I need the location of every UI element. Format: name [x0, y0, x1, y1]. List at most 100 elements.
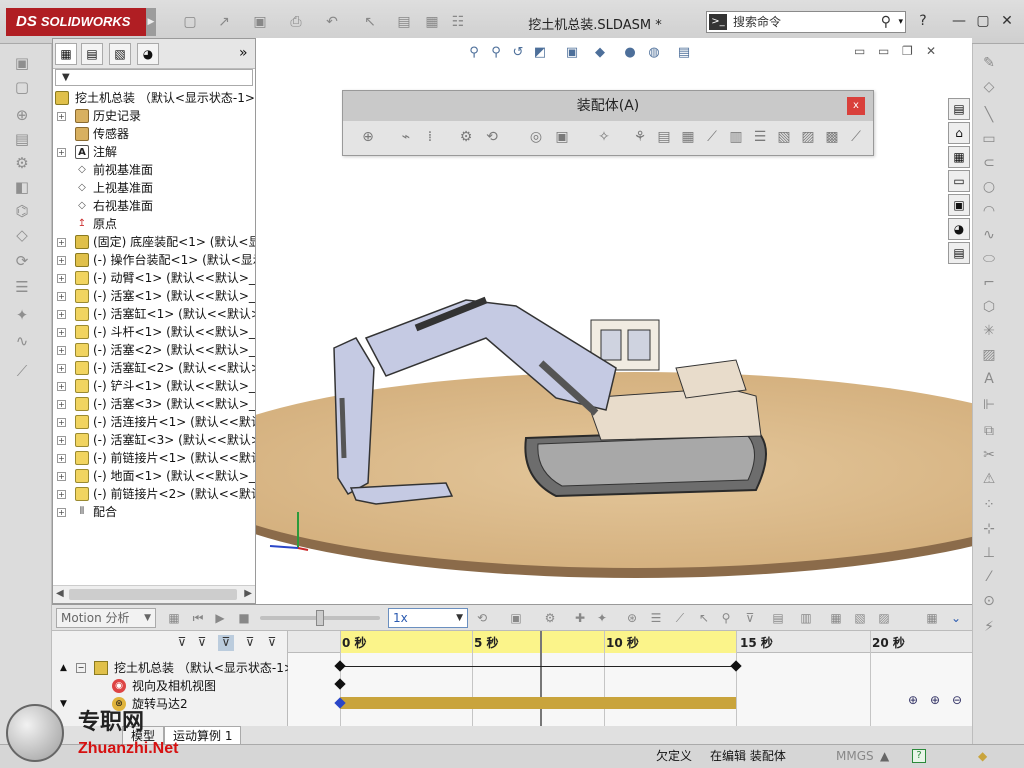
- tree-item-component[interactable]: + (-) 斗杆<1> (默认<<默认>_显: [53, 323, 255, 341]
- centerline-icon[interactable]: ▨: [979, 346, 999, 364]
- insert-components-icon[interactable]: ⊕: [359, 127, 377, 147]
- exploded-view-icon[interactable]: ✦: [12, 306, 32, 324]
- gravity-icon[interactable]: ⊽: [742, 610, 758, 626]
- new-document-icon[interactable]: ▢: [182, 14, 198, 30]
- linear-pattern-icon[interactable]: ▤: [12, 130, 32, 148]
- expand-toggle-icon[interactable]: +: [57, 508, 66, 517]
- collapse-toggle-icon[interactable]: −: [76, 663, 86, 673]
- tree-item-front-plane[interactable]: ◇ 前视基准面: [53, 161, 255, 179]
- convert-entities-icon[interactable]: ⊩: [979, 396, 999, 414]
- tree-item-component[interactable]: + (-) 活塞缸<3> (默认<<默认>_: [53, 431, 255, 449]
- file-properties-icon[interactable]: ▦: [424, 14, 440, 30]
- rebuild-icon[interactable]: ▤: [396, 14, 412, 30]
- tree-item-component[interactable]: + (-) 活塞缸<1> (默认<<默认>_: [53, 305, 255, 323]
- new-motion-study-icon[interactable]: ⟳: [12, 252, 32, 270]
- solidworks-logo[interactable]: DS SOLIDWORKS: [6, 8, 146, 36]
- point-icon[interactable]: ✳: [979, 322, 999, 340]
- tree-item-component[interactable]: + (-) 活塞<2> (默认<<默认>_显: [53, 341, 255, 359]
- collapse-icon[interactable]: ▦: [828, 610, 844, 626]
- expand-toggle-icon[interactable]: +: [57, 112, 66, 121]
- bill-of-materials-icon[interactable]: ☰: [12, 278, 32, 296]
- mate-icon[interactable]: ▢: [12, 78, 32, 96]
- expand-toggle-icon[interactable]: +: [57, 382, 66, 391]
- fillet-icon[interactable]: ⌐: [979, 274, 999, 292]
- instant3d-tool-icon[interactable]: ⟋: [847, 127, 865, 147]
- tree-horizontal-scrollbar[interactable]: ◀ ▶: [53, 585, 255, 603]
- view-palette-tab-icon[interactable]: ▣: [948, 194, 970, 216]
- expand-toggle-icon[interactable]: +: [57, 454, 66, 463]
- property-manager-tab-icon[interactable]: ▤: [81, 43, 103, 65]
- tree-item-history[interactable]: + 历史记录: [53, 107, 255, 125]
- chevron-down-icon[interactable]: ▾: [898, 12, 903, 32]
- search-commands-input[interactable]: >_ 搜索命令 ⚲ ▾: [706, 11, 906, 33]
- hole-alignment-icon[interactable]: ▧: [775, 127, 793, 147]
- circle-icon[interactable]: ○: [979, 178, 999, 196]
- tree-item-annotations[interactable]: + A 注解: [53, 143, 255, 161]
- appearance-tab-icon[interactable]: ◕: [137, 43, 159, 65]
- keyframe-camera[interactable]: [334, 678, 346, 690]
- bill-of-materials-tool-icon[interactable]: ▤: [655, 127, 673, 147]
- playback-slider[interactable]: [260, 610, 380, 626]
- rapid-sketch-icon[interactable]: ⚡: [979, 618, 999, 636]
- graphics-viewport[interactable]: ⚲ ⚲ ↺ ◩ ▣ ◆ ● ◍ ▤ ▭ ▭ ❐ ✕ 装配体(A) x ⊕ ⌁ ⁞…: [256, 38, 972, 604]
- tree-item-component[interactable]: + (-) 活塞<3> (默认<<默认>_显: [53, 395, 255, 413]
- tree-item-component[interactable]: + (-) 操作台装配<1> (默认<显示: [53, 251, 255, 269]
- expand-toggle-icon[interactable]: +: [57, 472, 66, 481]
- filter-icon[interactable]: ⊽: [174, 635, 190, 651]
- smart-dimension-icon[interactable]: ◇: [979, 78, 999, 96]
- add-key-icon[interactable]: ✦: [594, 610, 610, 626]
- expand-panel-chevron-icon[interactable]: »: [239, 45, 248, 61]
- print-icon[interactable]: ⎙: [288, 14, 304, 30]
- motion-timeline[interactable]: 0 秒 5 秒 10 秒 15 秒 20 秒 ⊕ ⊕ ⊖: [288, 631, 972, 727]
- filter-results-icon[interactable]: ⊽: [264, 635, 280, 651]
- tree-item-component[interactable]: + (-) 前链接片<2> (默认<<默认: [53, 485, 255, 503]
- motor-icon[interactable]: ⊛: [624, 610, 640, 626]
- expand-toggle-icon[interactable]: +: [57, 310, 66, 319]
- new-motion-study-tool-icon[interactable]: ⚘: [631, 127, 649, 147]
- expand-toggle-icon[interactable]: +: [57, 148, 66, 157]
- force-icon[interactable]: ↖: [696, 610, 712, 626]
- expand-toggle-icon[interactable]: +: [57, 256, 66, 265]
- assembly-toolbar-title[interactable]: 装配体(A): [343, 91, 873, 121]
- offset-entities-icon[interactable]: ⧉: [979, 422, 999, 440]
- scroll-right-icon[interactable]: ▶: [244, 588, 252, 599]
- expand-toggle-icon[interactable]: +: [57, 418, 66, 427]
- clearance-verification-icon[interactable]: ☰: [751, 127, 769, 147]
- expand-toggle-icon[interactable]: +: [57, 238, 66, 247]
- move-component-icon[interactable]: ⊕: [12, 106, 32, 124]
- configuration-manager-tab-icon[interactable]: ▧: [109, 43, 131, 65]
- autokey-icon[interactable]: ✚: [572, 610, 588, 626]
- display-relations-icon[interactable]: ⊥: [979, 544, 999, 562]
- mate-tool-icon[interactable]: ⌁: [397, 127, 415, 147]
- tree-item-mates[interactable]: + ⫴ 配合: [53, 503, 255, 519]
- line-icon[interactable]: ╲: [979, 106, 999, 124]
- motion-tree-item-camera[interactable]: ◉ 视向及相机视图: [52, 677, 288, 695]
- tree-item-top-plane[interactable]: ◇ 上视基准面: [53, 179, 255, 197]
- collapse-arrow-icon[interactable]: ▲: [60, 659, 67, 677]
- mass-properties-icon[interactable]: ▩: [823, 127, 841, 147]
- calculate-icon[interactable]: ▦: [166, 610, 182, 626]
- move-entities-icon[interactable]: ⊹: [979, 520, 999, 538]
- appearances-tab-icon[interactable]: ◕: [948, 218, 970, 240]
- playback-speed-select[interactable]: 1x ▼: [388, 608, 468, 628]
- study-type-select[interactable]: Motion 分析 ▼: [56, 608, 156, 628]
- feature-tree-tab-icon[interactable]: ▦: [55, 43, 77, 65]
- tree-root-assembly[interactable]: 挖土机总装 （默认<显示状态-1>): [53, 89, 255, 107]
- move-component-tool-icon[interactable]: ⟲: [483, 127, 501, 147]
- expand-toggle-icon[interactable]: +: [57, 346, 66, 355]
- motion-tree-root[interactable]: ▲ − 挖土机总装 （默认<显示状态-1>: [52, 659, 288, 677]
- tree-item-component[interactable]: + (固定) 底座装配<1> (默认<显: [53, 233, 255, 251]
- undo-icon[interactable]: ↶: [324, 14, 340, 30]
- interference-detection-icon[interactable]: ▥: [727, 127, 745, 147]
- expand-toggle-icon[interactable]: +: [57, 490, 66, 499]
- assembly-feature-icon[interactable]: ▣: [553, 127, 571, 147]
- tree-item-component[interactable]: + (-) 前链接片<1> (默认<<默认: [53, 449, 255, 467]
- repair-sketch-icon[interactable]: ⁄: [979, 568, 999, 586]
- file-explorer-tab-icon[interactable]: ▭: [948, 170, 970, 192]
- results-and-plots-icon[interactable]: ▤: [770, 610, 786, 626]
- spring-icon[interactable]: ☰: [648, 610, 664, 626]
- stop-icon[interactable]: ■: [236, 610, 252, 626]
- tree-filter-field[interactable]: ▼: [55, 69, 253, 86]
- minimize-window-button[interactable]: —: [950, 12, 968, 30]
- restore-icon[interactable]: ▧: [852, 610, 868, 626]
